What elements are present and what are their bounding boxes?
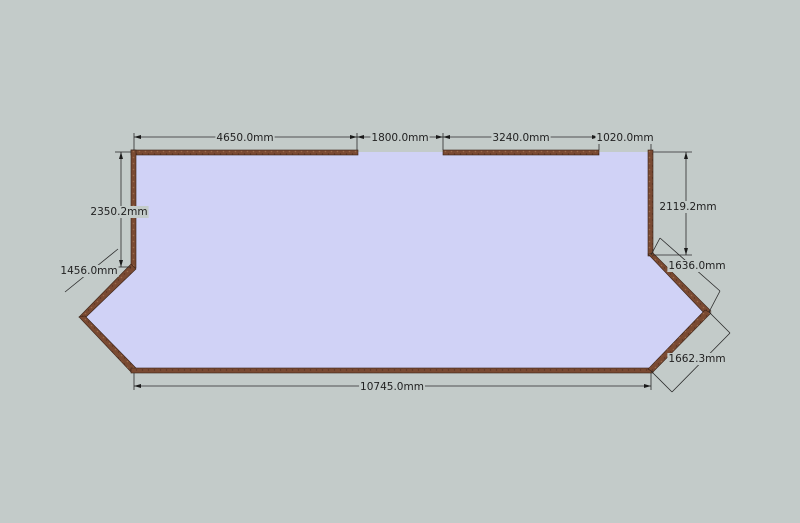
dim-top-right: 1020.0mm	[596, 132, 653, 144]
dim-left-upper: 2350.2mm	[90, 206, 147, 218]
floor-plan-drawing: 4650.0mm 1800.0mm 3240.0mm 1020.0mm 2350…	[59, 132, 731, 393]
dim-top-left: 4650.0mm	[216, 132, 273, 144]
wall-bottom	[130, 367, 654, 374]
dim-right-upper: 2119.2mm	[659, 201, 716, 213]
dim-left-diagonal: 1456.0mm	[60, 265, 117, 277]
wall-right-upper	[647, 149, 654, 257]
wall-top-right	[442, 149, 600, 156]
dim-top-door: 1800.0mm	[371, 132, 428, 144]
dim-top-middle: 3240.0mm	[492, 132, 549, 144]
dim-right-diagonal-lower: 1662.3mm	[668, 353, 725, 365]
floor-area	[81, 152, 709, 371]
dim-right-diagonal-upper: 1636.0mm	[668, 260, 725, 272]
wall-top-left	[130, 149, 359, 156]
dim-bottom: 10745.0mm	[360, 381, 424, 393]
